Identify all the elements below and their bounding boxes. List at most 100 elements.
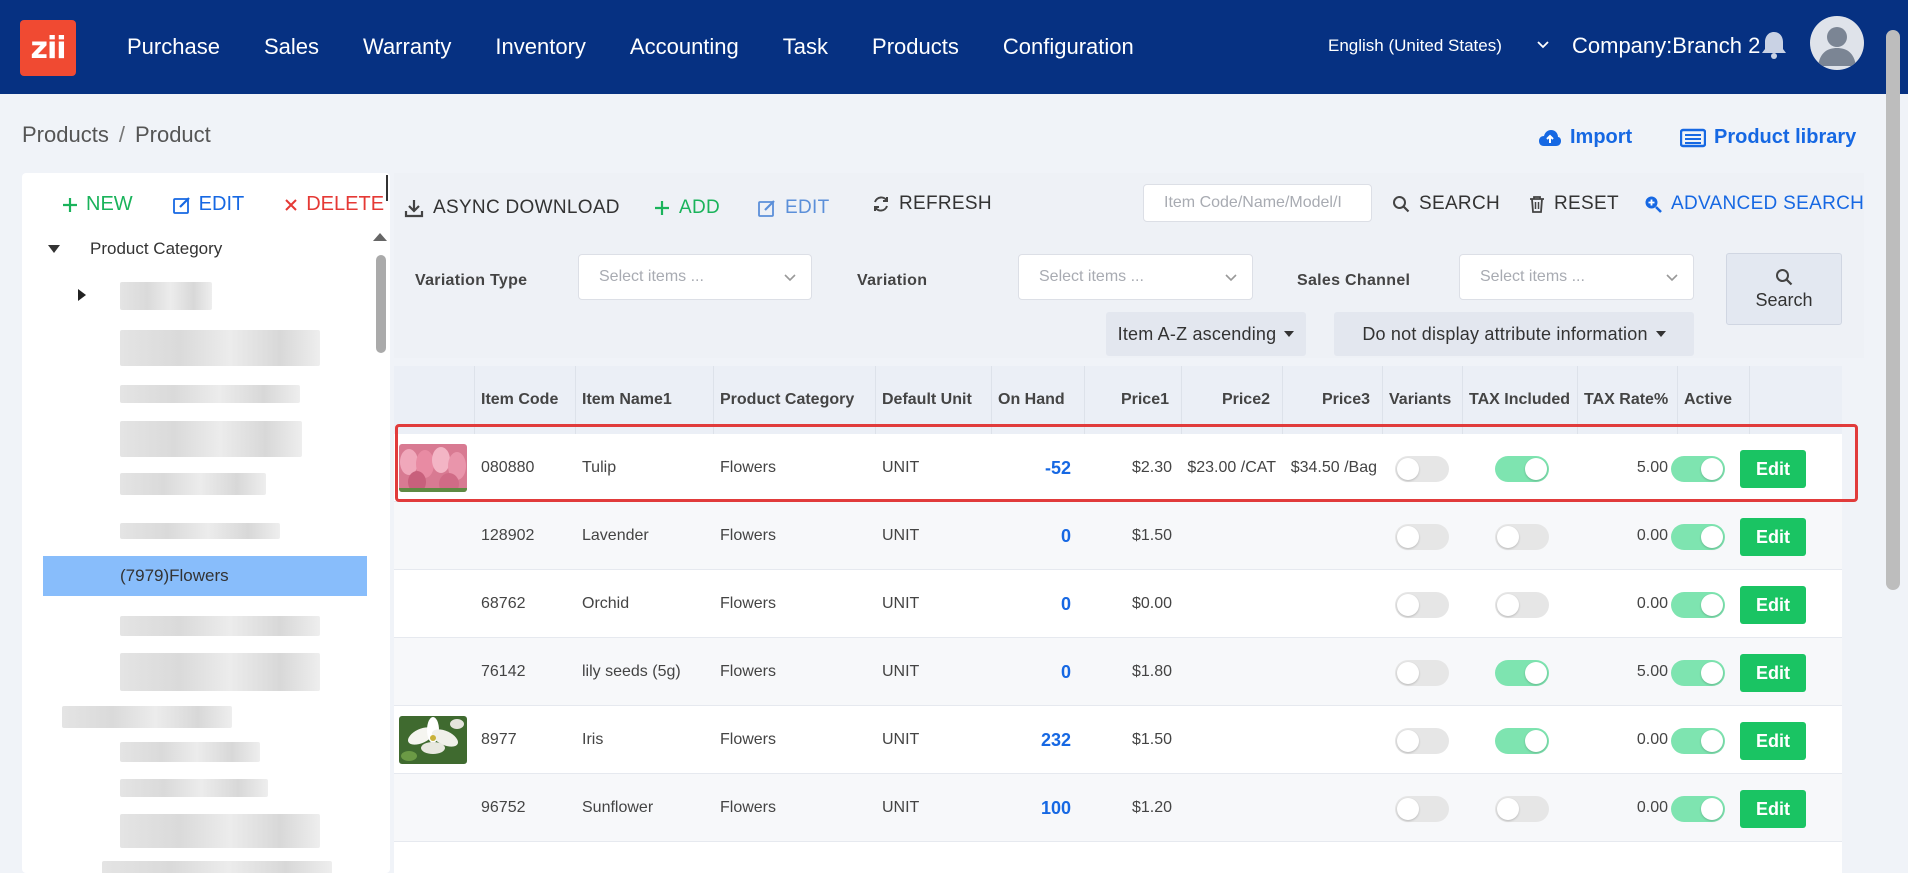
table-row[interactable]: 128902 Lavender Flowers UNIT 0 $1.50 0.00 Edit — [394, 502, 1842, 570]
variants-toggle[interactable] — [1395, 728, 1449, 754]
header-item-code[interactable]: Item Code — [475, 366, 576, 434]
add-product-button[interactable]: ADD — [654, 197, 720, 219]
nav-warranty[interactable]: Warranty — [363, 34, 451, 60]
header-product-category[interactable]: Product Category — [714, 366, 876, 434]
tax-included-toggle[interactable] — [1495, 796, 1549, 822]
active-toggle[interactable] — [1671, 456, 1725, 482]
sort-dropdown[interactable]: Item A-Z ascending — [1106, 312, 1306, 356]
reset-button[interactable]: RESET — [1529, 193, 1619, 215]
panel-divider[interactable] — [386, 175, 388, 201]
tax-included-toggle[interactable] — [1495, 728, 1549, 754]
zii-logo[interactable]: zii — [20, 20, 76, 76]
header-price3[interactable]: Price3 — [1283, 366, 1383, 434]
caret-down-icon[interactable] — [48, 245, 60, 253]
cell-price3 — [1283, 706, 1377, 774]
active-toggle[interactable] — [1671, 592, 1725, 618]
tax-included-toggle[interactable] — [1495, 592, 1549, 618]
nav-products[interactable]: Products — [872, 34, 959, 60]
tree-root-node[interactable]: Product Category — [48, 239, 222, 259]
header-tax-rate[interactable]: TAX Rate% — [1578, 366, 1678, 434]
bell-icon[interactable] — [1760, 30, 1788, 60]
edit-row-button[interactable]: Edit — [1740, 790, 1806, 828]
tree-scrollbar[interactable] — [372, 233, 388, 873]
active-toggle[interactable] — [1671, 524, 1725, 550]
edit-category-button[interactable]: EDIT — [172, 193, 244, 216]
table-row[interactable]: 080880 Tulip Flowers UNIT -52 $2.30 $23.00 /CA… — [394, 434, 1842, 502]
variation-select[interactable]: Select items ... — [1018, 254, 1253, 300]
new-category-button[interactable]: NEW — [62, 193, 133, 216]
company-branch[interactable]: Company:Branch 2 — [1572, 33, 1760, 59]
caret-right-icon[interactable] — [78, 289, 86, 301]
item-search-input[interactable] — [1143, 184, 1372, 222]
nav-sales[interactable]: Sales — [264, 34, 319, 60]
cell-on-hand[interactable]: 0 — [992, 502, 1071, 570]
async-download-button[interactable]: ASYNC DOWNLOAD — [404, 197, 620, 219]
advanced-search-button[interactable]: ADVANCED SEARCH — [1644, 193, 1864, 215]
variants-toggle[interactable] — [1395, 456, 1449, 482]
nav-task[interactable]: Task — [783, 34, 828, 60]
variants-toggle[interactable] — [1395, 592, 1449, 618]
active-toggle[interactable] — [1671, 728, 1725, 754]
delete-category-button[interactable]: DELETE — [284, 193, 384, 216]
edit-row-button[interactable]: Edit — [1740, 654, 1806, 692]
product-library-link[interactable]: Product library — [1680, 126, 1856, 149]
table-row[interactable]: 76142 lily seeds (5g) Flowers UNIT 0 $1.80 5.0… — [394, 638, 1842, 706]
active-toggle[interactable] — [1671, 660, 1725, 686]
sales-channel-select[interactable]: Select items ... — [1459, 254, 1694, 300]
cell-price2 — [1182, 502, 1276, 570]
header-tax-included[interactable]: TAX Included — [1463, 366, 1578, 434]
tax-included-toggle[interactable] — [1495, 524, 1549, 550]
chevron-down-icon — [784, 274, 796, 282]
nav-configuration[interactable]: Configuration — [1003, 34, 1134, 60]
nav-purchase[interactable]: Purchase — [127, 34, 220, 60]
filter-search-button[interactable]: Search — [1726, 253, 1842, 325]
header-active[interactable]: Active — [1678, 366, 1750, 434]
edit-row-button[interactable]: Edit — [1740, 722, 1806, 760]
refresh-button[interactable]: REFRESH — [872, 193, 992, 215]
cell-item-code: 080880 — [481, 459, 535, 476]
edit-row-button[interactable]: Edit — [1740, 518, 1806, 556]
product-thumbnail[interactable] — [399, 444, 467, 492]
variants-toggle[interactable] — [1395, 796, 1449, 822]
blurred-tree-item — [120, 814, 320, 848]
nav-inventory[interactable]: Inventory — [495, 34, 586, 60]
edit-row-button[interactable]: Edit — [1740, 586, 1806, 624]
variants-toggle[interactable] — [1395, 660, 1449, 686]
edit-row-button[interactable]: Edit — [1740, 450, 1806, 488]
chevron-down-icon[interactable] — [1536, 38, 1550, 52]
table-row[interactable]: 68762 Orchid Flowers UNIT 0 $0.00 0.00 Edit — [394, 570, 1842, 638]
header-default-unit[interactable]: Default Unit — [876, 366, 992, 434]
chevron-down-icon — [1225, 274, 1237, 282]
cell-on-hand[interactable]: 232 — [992, 706, 1071, 774]
import-link[interactable]: Import — [1538, 126, 1632, 149]
table-row[interactable]: 8977 Iris Flowers UNIT 232 $1.50 0.00 Edit — [394, 706, 1842, 774]
product-thumbnail[interactable] — [399, 716, 467, 764]
nav-accounting[interactable]: Accounting — [630, 34, 739, 60]
active-toggle[interactable] — [1671, 796, 1725, 822]
header-price2[interactable]: Price2 — [1182, 366, 1283, 434]
cell-unit: UNIT — [882, 663, 920, 680]
tax-included-toggle[interactable] — [1495, 456, 1549, 482]
language-select[interactable]: English (United States) — [1328, 36, 1502, 56]
attribute-display-dropdown[interactable]: Do not display attribute information — [1334, 312, 1694, 356]
header-variants[interactable]: Variants — [1383, 366, 1463, 434]
cell-on-hand[interactable]: 100 — [992, 774, 1071, 842]
cell-on-hand[interactable]: 0 — [992, 638, 1071, 706]
tree-scroll-thumb[interactable] — [376, 255, 386, 353]
variants-toggle[interactable] — [1395, 524, 1449, 550]
cell-on-hand[interactable]: 0 — [992, 570, 1071, 638]
header-on-hand[interactable]: On Hand — [992, 366, 1085, 434]
tree-item-flowers[interactable]: (7979)Flowers — [43, 556, 367, 596]
tax-included-toggle[interactable] — [1495, 660, 1549, 686]
search-button[interactable]: SEARCH — [1392, 193, 1500, 215]
avatar[interactable] — [1810, 16, 1864, 70]
breadcrumb-products[interactable]: Products — [22, 122, 109, 147]
scroll-up-icon[interactable] — [373, 233, 387, 241]
variation-type-select[interactable]: Select items ... — [578, 254, 812, 300]
edit-product-button[interactable]: EDIT — [758, 197, 829, 219]
page-scrollbar[interactable] — [1886, 30, 1900, 590]
header-price1[interactable]: Price1 — [1085, 366, 1182, 434]
table-row[interactable]: 96752 Sunflower Flowers UNIT 100 $1.20 0.00 Edi… — [394, 774, 1842, 842]
cell-on-hand[interactable]: -52 — [992, 434, 1071, 502]
header-item-name[interactable]: Item Name1 — [576, 366, 714, 434]
